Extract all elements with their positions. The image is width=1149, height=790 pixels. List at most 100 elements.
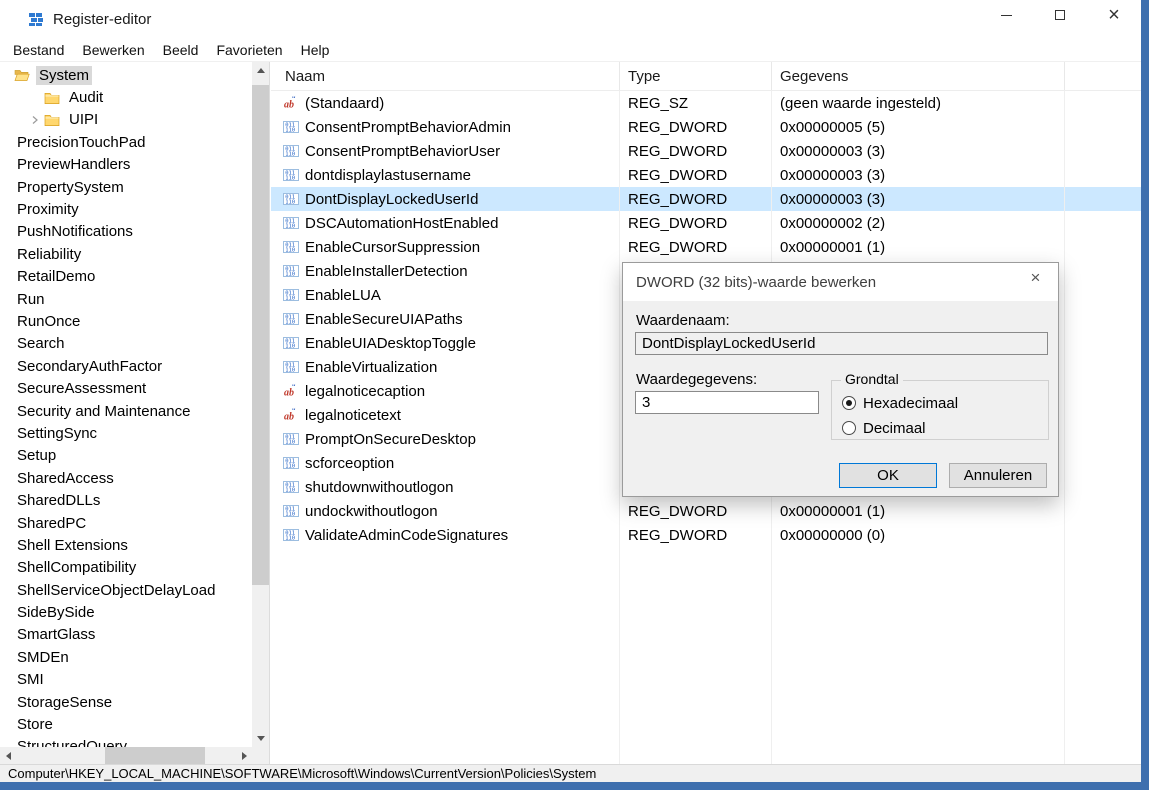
maximize-button[interactable] [1033, 0, 1087, 30]
tree-item-smi[interactable]: SMI [0, 669, 252, 691]
registry-value-row[interactable]: 011 110 undockwithoutlogon REG_DWORD 0x00000… [271, 499, 1141, 523]
tree-item-sharedpc[interactable]: SharedPC [0, 512, 252, 534]
column-header-naam[interactable]: Naam [271, 62, 620, 90]
registry-value-row[interactable]: 011 110 DSCAutomationHostEnabled REG_DWORD 0… [271, 211, 1141, 235]
dialog-close-button[interactable]: × [1013, 263, 1058, 293]
hexadecimal-radio[interactable] [842, 396, 856, 410]
tree-item-run[interactable]: Run [0, 288, 252, 310]
tree-item-secondaryauthfactor[interactable]: SecondaryAuthFactor [0, 355, 252, 377]
dword-value-icon: 011 110 [283, 263, 299, 279]
svg-text:110: 110 [285, 344, 295, 350]
tree-item-secureassessment[interactable]: SecureAssessment [0, 377, 252, 399]
tree-item-shareddlls[interactable]: SharedDLLs [0, 489, 252, 511]
tree-item-shellserviceobjectdelayload[interactable]: ShellServiceObjectDelayLoad [0, 579, 252, 601]
tree-item-runonce[interactable]: RunOnce [0, 310, 252, 332]
value-name-cell: 011 110 EnableInstallerDetection [271, 263, 620, 280]
window-border-accent [1141, 0, 1149, 790]
menu-beeld[interactable]: Beeld [154, 40, 208, 60]
menu-favorieten[interactable]: Favorieten [207, 40, 291, 60]
tree-item-smden[interactable]: SMDEn [0, 646, 252, 668]
tree-vertical-scrollbar[interactable] [252, 62, 269, 747]
tree-item-label: SharedAccess [17, 469, 114, 487]
svg-text:ab: ab [284, 412, 294, 423]
tree-item-setup[interactable]: Setup [0, 445, 252, 467]
vertical-scrollbar-thumb[interactable] [252, 85, 269, 585]
tree-item-label: Search [17, 335, 65, 353]
horizontal-scrollbar-thumb[interactable] [105, 747, 205, 764]
tree-item-retaildemo[interactable]: RetailDemo [0, 266, 252, 288]
tree-item-audit[interactable]: Audit [0, 86, 252, 108]
tree-item-structuredquery[interactable]: StructuredQuery [0, 736, 252, 747]
tree-item-system[interactable]: System [0, 64, 252, 86]
decimal-label: Decimaal [863, 419, 926, 437]
svg-text:110: 110 [285, 128, 295, 134]
close-button[interactable]: × [1087, 0, 1141, 30]
value-name-input[interactable] [635, 332, 1048, 355]
base-groupbox: Grondtal Hexadecimaal Decimaal [831, 371, 1049, 440]
chevron-right-icon[interactable] [26, 115, 44, 125]
cancel-button[interactable]: Annuleren [949, 463, 1047, 488]
dialog-title-bar: DWORD (32 bits)-waarde bewerken × [623, 263, 1058, 301]
tree-item-search[interactable]: Search [0, 333, 252, 355]
scroll-up-icon[interactable] [252, 62, 269, 79]
decimal-option[interactable]: Decimaal [842, 419, 926, 437]
tree-item-uipi[interactable]: UIPI [0, 109, 252, 131]
value-data: 0x00000005 (5) [780, 118, 886, 136]
svg-text:110: 110 [285, 464, 295, 470]
minimize-button[interactable] [979, 0, 1033, 30]
column-header-gegevens[interactable]: Gegevens [772, 62, 1065, 90]
svg-text:110: 110 [285, 272, 295, 278]
tree-horizontal-scrollbar[interactable] [0, 747, 253, 764]
tree-item-previewhandlers[interactable]: PreviewHandlers [0, 154, 252, 176]
tree-item-label: Security and Maintenance [17, 402, 191, 420]
value-data-input[interactable] [635, 391, 819, 414]
tree-item-reliability[interactable]: Reliability [0, 243, 252, 265]
tree-item-label: SettingSync [17, 424, 98, 442]
tree-item-smartglass[interactable]: SmartGlass [0, 624, 252, 646]
svg-text:110: 110 [285, 536, 295, 542]
ok-button[interactable]: OK [839, 463, 937, 488]
tree-item-sharedaccess[interactable]: SharedAccess [0, 467, 252, 489]
tree-item-propertysystem[interactable]: PropertySystem [0, 176, 252, 198]
tree-item-sidebyside[interactable]: SideBySide [0, 601, 252, 623]
registry-value-row[interactable]: 011 110 ConsentPromptBehaviorUser REG_DWORD… [271, 139, 1141, 163]
tree-item-pushnotifications[interactable]: PushNotifications [0, 221, 252, 243]
edit-dword-dialog: DWORD (32 bits)-waarde bewerken × Waarde… [622, 262, 1059, 497]
value-name-cell: 011 110 PromptOnSecureDesktop [271, 431, 620, 448]
registry-value-row[interactable]: 011 110 dontdisplaylastusername REG_DWORD 0x… [271, 163, 1141, 187]
registry-value-row[interactable]: 011 110 ConsentPromptBehaviorAdmin REG_DWOR… [271, 115, 1141, 139]
menu-help[interactable]: Help [292, 40, 339, 60]
column-header-type[interactable]: Type [620, 62, 772, 90]
tree-item-label: PropertySystem [17, 178, 124, 196]
value-type: REG_DWORD [628, 118, 728, 136]
tree-item-label: PushNotifications [17, 223, 133, 241]
registry-value-row[interactable]: “ab (Standaard) REG_SZ (geen waarde ingeste… [271, 91, 1141, 115]
value-name: EnableLUA [305, 286, 381, 304]
scroll-right-icon[interactable] [236, 747, 253, 764]
registry-value-row[interactable]: 011 110 ValidateAdminCodeSignatures REG_DWO… [271, 523, 1141, 547]
tree-item-storagesense[interactable]: StorageSense [0, 691, 252, 713]
svg-text:110: 110 [285, 296, 295, 302]
decimal-radio[interactable] [842, 421, 856, 435]
tree-item-proximity[interactable]: Proximity [0, 198, 252, 220]
registry-value-row[interactable]: 011 110 EnableCursorSuppression REG_DWORD 0x… [271, 235, 1141, 259]
tree-item-store[interactable]: Store [0, 713, 252, 735]
dword-value-icon: 011 110 [283, 119, 299, 135]
tree-item-precisiontouchpad[interactable]: PrecisionTouchPad [0, 131, 252, 153]
tree-item-shell-extensions[interactable]: Shell Extensions [0, 534, 252, 556]
value-name: PromptOnSecureDesktop [305, 430, 476, 448]
value-data: 0x00000001 (1) [780, 502, 886, 520]
tree-item-settingsync[interactable]: SettingSync [0, 422, 252, 444]
scroll-left-icon[interactable] [0, 747, 17, 764]
menu-bewerken[interactable]: Bewerken [73, 40, 153, 60]
window-border-accent [0, 782, 1149, 790]
tree-item-label: SideBySide [17, 604, 95, 622]
registry-value-row[interactable]: 011 110 DontDisplayLockedUserId REG_DWORD 0x… [271, 187, 1141, 211]
scroll-down-icon[interactable] [252, 730, 269, 747]
tree-item-shellcompatibility[interactable]: ShellCompatibility [0, 557, 252, 579]
hexadecimal-option[interactable]: Hexadecimaal [842, 394, 958, 412]
tree-item-security-and-maintenance[interactable]: Security and Maintenance [0, 400, 252, 422]
menu-bestand[interactable]: Bestand [4, 40, 73, 60]
tree-item-label: Shell Extensions [17, 536, 128, 554]
list-header: Naam Type Gegevens [271, 62, 1141, 91]
